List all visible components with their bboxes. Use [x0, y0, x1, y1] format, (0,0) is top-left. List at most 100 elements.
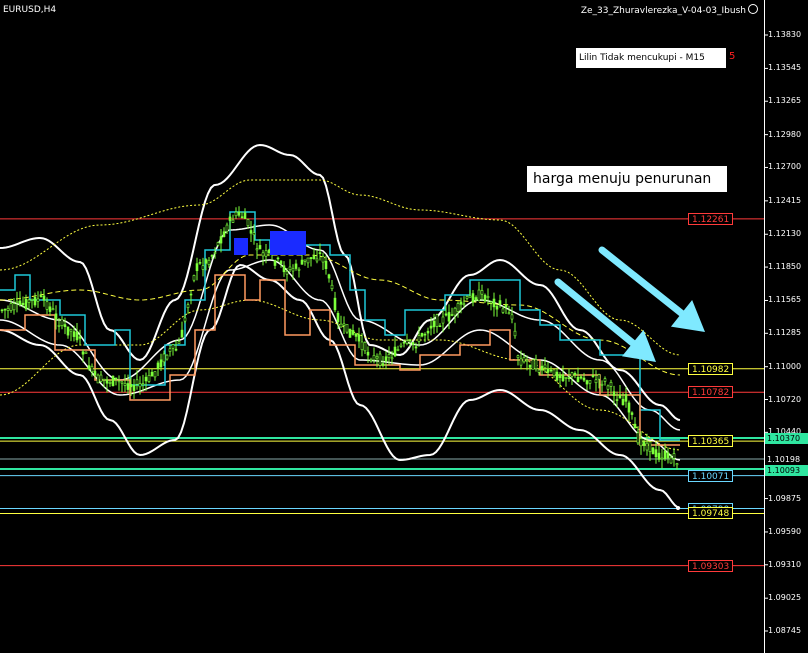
- candle-body: [648, 441, 652, 452]
- candle-body: [465, 296, 469, 299]
- candle-body: [114, 377, 118, 380]
- candle-body: [513, 330, 517, 337]
- candle-body: [186, 304, 190, 308]
- price-axis-tick: 1.13545: [768, 63, 802, 73]
- candle-body: [24, 298, 28, 310]
- price-chart[interactable]: [0, 0, 808, 653]
- current-price-tag: 1.10198: [765, 454, 808, 465]
- candle-body: [66, 326, 70, 336]
- candle-body: [489, 301, 493, 304]
- candle-body: [372, 355, 376, 361]
- candle-body: [333, 297, 337, 311]
- candle-body: [345, 324, 349, 333]
- candle-body: [111, 375, 115, 387]
- candle-body: [633, 423, 637, 429]
- level-tag: 1.12261: [688, 212, 734, 225]
- candle-body: [147, 375, 151, 382]
- candle-body: [450, 314, 454, 316]
- candle-body: [48, 306, 52, 312]
- price-axis-tick: 1.08745: [768, 626, 802, 635]
- candle-body: [444, 313, 448, 316]
- candle-body: [429, 325, 433, 329]
- candle-body: [60, 319, 64, 326]
- candle-body: [165, 354, 169, 360]
- candle-body: [261, 252, 265, 257]
- candle-body: [393, 346, 397, 357]
- candle-body: [342, 323, 346, 326]
- candle-body: [522, 357, 526, 363]
- candle-body: [75, 331, 79, 341]
- level-tag: 1.09748: [688, 507, 734, 520]
- candle-body: [408, 339, 412, 342]
- price-axis-tick: 1.12415: [768, 195, 802, 205]
- candle-body: [30, 298, 34, 301]
- candle-body: [135, 379, 139, 385]
- candle-body: [564, 377, 568, 379]
- candle-body: [420, 333, 424, 337]
- candle-body: [174, 348, 178, 351]
- annotation-text[interactable]: harga menuju penurunan: [527, 166, 727, 192]
- candle-body: [618, 394, 622, 399]
- candle-body: [327, 274, 331, 279]
- candle-body: [573, 372, 577, 376]
- price-axis-tick: 1.09590: [768, 526, 802, 536]
- candle-body: [453, 307, 457, 316]
- candle-body: [225, 224, 229, 232]
- candle-body: [93, 371, 97, 376]
- candle-body: [561, 374, 565, 382]
- candle-body: [324, 260, 328, 270]
- price-axis-line: [764, 0, 765, 653]
- blue-zone-box-small: [234, 238, 248, 255]
- candle-body: [546, 368, 550, 373]
- candle-body: [312, 255, 316, 260]
- candle-body: [492, 298, 496, 308]
- price-axis-tick: 1.12700: [768, 162, 802, 172]
- candle-body: [132, 384, 136, 391]
- candle-body: [258, 245, 262, 250]
- candle-body: [249, 230, 253, 234]
- candle-body: [171, 344, 175, 349]
- candle-body: [435, 314, 439, 327]
- candle-body: [126, 383, 130, 390]
- candle-body: [201, 265, 205, 270]
- candle-body: [579, 376, 583, 379]
- candle-body: [474, 297, 478, 301]
- price-axis-tick: 1.09310: [768, 559, 802, 569]
- candle-body: [360, 341, 364, 351]
- smiley-icon[interactable]: [748, 4, 758, 14]
- candle-body: [411, 342, 415, 345]
- candle-body: [477, 289, 481, 302]
- price-axis-tick: 1.11000: [768, 361, 802, 371]
- candle-body: [9, 303, 13, 311]
- candle-body: [507, 312, 511, 315]
- candle-body: [624, 394, 628, 402]
- candle-body: [237, 211, 241, 216]
- candle-body: [666, 452, 670, 459]
- candle-body: [120, 381, 124, 384]
- candle-body: [366, 351, 370, 356]
- candle-body: [192, 275, 196, 281]
- candle-body: [348, 328, 352, 338]
- candle-body: [219, 236, 223, 244]
- candle-body: [207, 260, 211, 265]
- candle-body: [264, 250, 268, 257]
- price-tag-lower: 1.10093: [765, 465, 808, 476]
- candle-body: [501, 308, 505, 313]
- candle-body: [3, 308, 7, 311]
- candle-body: [36, 298, 40, 302]
- down-arrow-upper-shaft: [598, 246, 697, 326]
- candle-body: [222, 231, 226, 237]
- candle-body: [150, 371, 154, 377]
- candle-body: [138, 383, 142, 388]
- candle-body: [363, 342, 367, 352]
- candle-body: [480, 290, 484, 295]
- price-axis-tick: 1.12980: [768, 129, 802, 139]
- level-tag: 1.09303: [688, 559, 734, 572]
- price-axis-tick: 1.13265: [768, 96, 802, 106]
- candle-body: [177, 341, 181, 344]
- candle-body: [432, 320, 436, 328]
- level-tag: 1.10982: [688, 362, 734, 375]
- candle-body: [231, 219, 235, 223]
- candle-body: [471, 293, 475, 303]
- candle-body: [321, 256, 325, 263]
